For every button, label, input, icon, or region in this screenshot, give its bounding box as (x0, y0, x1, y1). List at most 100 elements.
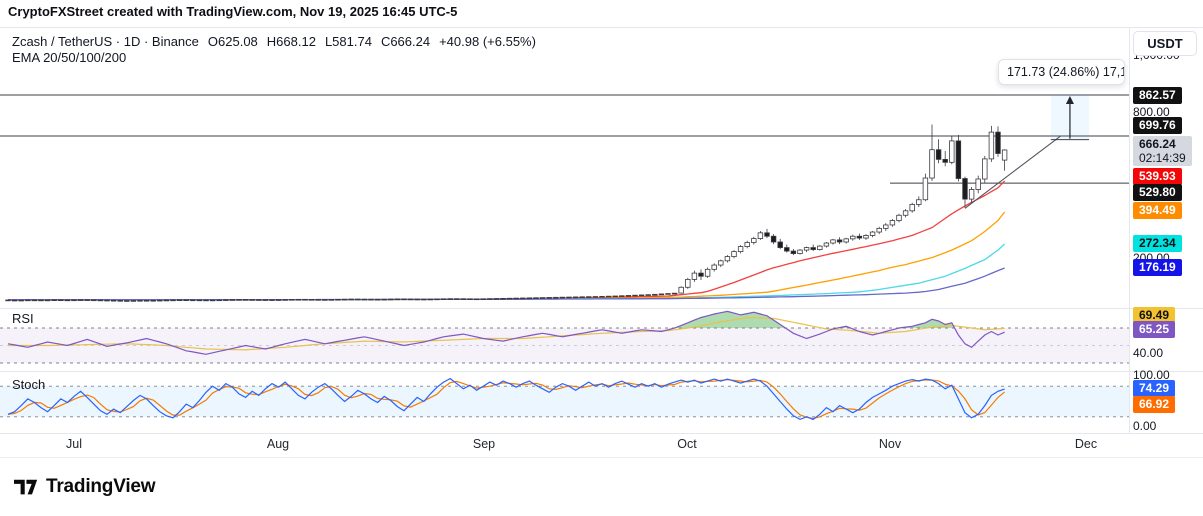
candle-body (164, 300, 169, 301)
price-badge-699.76: 699.76 (1133, 117, 1182, 134)
candle-body (699, 273, 704, 276)
candle-body (408, 299, 413, 300)
candle-body (26, 300, 31, 301)
candle-body (323, 300, 328, 301)
candle-body (771, 236, 776, 242)
candle-body (118, 300, 123, 301)
candle-body (705, 269, 710, 276)
candle-body (349, 299, 354, 300)
candle-body (12, 300, 17, 301)
candle-body (19, 300, 24, 301)
stoch-pane-label[interactable]: Stoch (12, 377, 45, 392)
candle-body (243, 299, 248, 300)
candle-body (52, 300, 57, 301)
candle-body (606, 296, 611, 297)
candle-body (765, 233, 770, 236)
candle-body (144, 300, 149, 301)
candle-body (276, 300, 281, 301)
candle-body (837, 240, 842, 242)
candle-body (39, 300, 44, 301)
rsi-pane-label[interactable]: RSI (12, 311, 34, 326)
pane-divider-rsi[interactable] (0, 308, 1203, 309)
candle-body (125, 301, 130, 302)
candle-body (963, 179, 968, 200)
candle-body (798, 250, 803, 253)
candle-body (890, 221, 895, 225)
candle-body (666, 294, 671, 295)
candle-body (230, 300, 235, 301)
candle-body (633, 295, 638, 296)
time-label-aug: Aug (267, 437, 289, 451)
candle-body (712, 265, 717, 269)
candle-body (521, 298, 526, 299)
candle-body (270, 300, 275, 301)
candle-body (111, 300, 116, 301)
candle-body (527, 298, 532, 299)
trend-line[interactable] (965, 136, 1061, 208)
candle-body (191, 300, 196, 301)
currency-toggle-button[interactable]: USDT (1133, 31, 1197, 56)
candle-body (283, 300, 288, 301)
price-axis-border (1129, 28, 1130, 433)
candle-body (587, 297, 592, 298)
price-badge-394.49: 394.49 (1133, 202, 1182, 219)
candle-body (686, 279, 691, 287)
candle-body (851, 236, 856, 239)
candle-body (811, 248, 816, 250)
candle-body (653, 294, 658, 295)
candle-body (831, 240, 836, 243)
candle-body (329, 299, 334, 300)
candle-body (435, 299, 440, 300)
ema200-line[interactable] (8, 268, 1005, 300)
candle-body (857, 236, 862, 238)
candle-body (950, 141, 955, 162)
candle-body (395, 299, 400, 300)
candle-body (877, 228, 882, 232)
candle-body (804, 248, 809, 250)
time-label-dec: Dec (1075, 437, 1097, 451)
candle-body (514, 298, 519, 299)
candle-body (422, 299, 427, 300)
ema100-line[interactable] (8, 244, 1005, 300)
candle-body (171, 300, 176, 301)
candle-body (138, 300, 143, 301)
candle-body (204, 300, 209, 301)
ema20-line[interactable] (8, 181, 1005, 300)
candle-body (441, 299, 446, 300)
candle-body (824, 243, 829, 246)
candle-body (197, 300, 202, 301)
candle-body (428, 299, 433, 300)
candle-body (732, 252, 737, 257)
candle-body (738, 247, 743, 252)
candle-body (554, 297, 559, 298)
candle-body (257, 300, 262, 301)
candle-body (1002, 150, 1007, 160)
time-label-nov: Nov (879, 437, 901, 451)
price-badge-666.24: 666.2402:14:39 (1133, 136, 1192, 166)
candle-body (59, 300, 64, 301)
price-badge-65.25: 65.25 (1133, 321, 1175, 338)
candle-body (488, 299, 493, 300)
pane-divider-stoch[interactable] (0, 371, 1203, 372)
candle-body (45, 300, 50, 301)
candle-body (415, 299, 420, 300)
candle-body (785, 248, 790, 251)
candle-body (151, 300, 156, 301)
candle-body (870, 232, 875, 235)
candle-body (897, 215, 902, 220)
candle-body (917, 200, 922, 205)
price-range-tooltip: 171.73 (24.86%) 17,17 (998, 59, 1125, 85)
candle-body (316, 299, 321, 300)
candle-body (177, 300, 182, 301)
candle-body (547, 297, 552, 298)
candle-body (78, 300, 83, 301)
candle-body (65, 300, 70, 301)
candle-body (296, 299, 301, 300)
candle-body (158, 300, 163, 301)
tradingview-brand[interactable]: TradingView (14, 476, 155, 498)
candle-body (92, 300, 97, 301)
ema50-line[interactable] (8, 212, 1005, 300)
candle-body (930, 150, 935, 178)
candle-body (481, 299, 486, 300)
tradingview-chart-window: CryptoFXStreet created with TradingView.… (0, 0, 1203, 516)
